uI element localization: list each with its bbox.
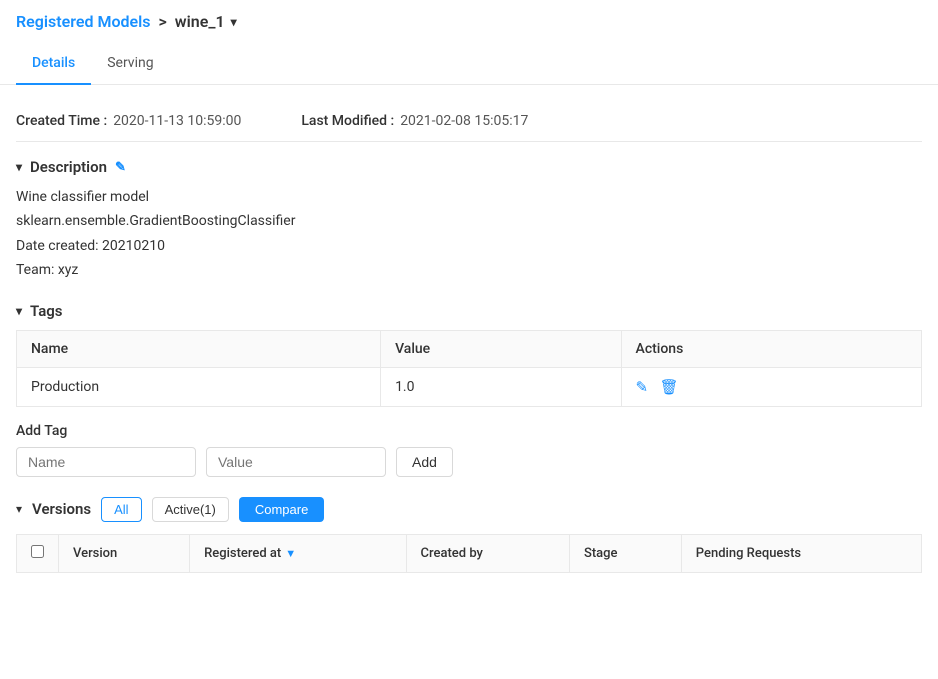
tags-title: Tags [30, 302, 63, 320]
desc-line-4: Team: xyz [16, 259, 922, 281]
add-tag-button[interactable]: Add [396, 447, 453, 477]
desc-line-1: Wine classifier model [16, 186, 922, 208]
versions-title: Versions [32, 500, 91, 518]
add-tag-value-input[interactable] [206, 447, 386, 477]
description-toggle[interactable]: ▾ [16, 160, 22, 174]
description-body: Wine classifier model sklearn.ensemble.G… [16, 186, 922, 282]
versions-col-registered-at: Registered at ▼ [190, 534, 406, 572]
table-row: Production 1.0 ✎ 🗑 [17, 367, 922, 406]
filter-all-button[interactable]: All [101, 497, 141, 522]
tag-actions-cell: ✎ 🗑 [621, 367, 921, 406]
tag-name-cell: Production [17, 367, 381, 406]
breadcrumb-current: wine_1 [175, 12, 225, 31]
versions-col-checkbox [17, 534, 59, 572]
versions-col-created-by: Created by [406, 534, 569, 572]
filter-active-button[interactable]: Active(1) [152, 497, 229, 522]
tags-col-name: Name [17, 330, 381, 367]
tab-bar: Details Serving [0, 43, 938, 85]
metadata-row: Created Time : 2020-11-13 10:59:00 Last … [16, 101, 922, 142]
desc-line-3: Date created: 20210210 [16, 235, 922, 257]
main-content: Created Time : 2020-11-13 10:59:00 Last … [0, 85, 938, 589]
tag-delete-icon[interactable]: 🗑 [660, 378, 679, 396]
modified-label: Last Modified : [301, 113, 394, 129]
versions-toggle[interactable]: ▾ [16, 502, 22, 516]
created-label: Created Time : [16, 113, 107, 129]
breadcrumb-separator: > [159, 12, 167, 31]
tag-edit-icon[interactable]: ✎ [636, 378, 649, 396]
desc-line-2: sklearn.ensemble.GradientBoostingClassif… [16, 210, 922, 232]
modified-time-item: Last Modified : 2021-02-08 15:05:17 [301, 113, 528, 129]
tags-col-value: Value [381, 330, 621, 367]
sort-icon[interactable]: ▼ [285, 547, 296, 560]
description-edit-icon[interactable]: ✎ [115, 160, 126, 175]
add-tag-name-input[interactable] [16, 447, 196, 477]
description-title: Description [30, 158, 107, 176]
select-all-checkbox[interactable] [31, 545, 44, 558]
created-time-item: Created Time : 2020-11-13 10:59:00 [16, 113, 241, 129]
breadcrumb-dropdown-icon[interactable]: ▾ [231, 15, 237, 29]
add-tag-label: Add Tag [16, 423, 922, 439]
compare-button[interactable]: Compare [239, 497, 324, 522]
tags-section: ▾ Tags Name Value Actions Production 1.0… [16, 302, 922, 477]
tab-details[interactable]: Details [16, 43, 91, 85]
add-tag-inputs: Add [16, 447, 922, 477]
versions-table: Version Registered at ▼ Created by Stage… [16, 534, 922, 573]
tag-value-cell: 1.0 [381, 367, 621, 406]
description-header: ▾ Description ✎ [16, 158, 922, 176]
versions-header: ▾ Versions All Active(1) Compare [16, 497, 922, 522]
created-value: 2020-11-13 10:59:00 [113, 113, 241, 129]
versions-section: ▾ Versions All Active(1) Compare Version… [16, 497, 922, 573]
modified-value: 2021-02-08 15:05:17 [400, 113, 528, 129]
tags-col-actions: Actions [621, 330, 921, 367]
tags-toggle[interactable]: ▾ [16, 304, 22, 318]
versions-col-stage: Stage [569, 534, 681, 572]
tab-serving[interactable]: Serving [91, 43, 169, 85]
breadcrumb-parent[interactable]: Registered Models [16, 12, 151, 31]
description-section: ▾ Description ✎ Wine classifier model sk… [16, 158, 922, 282]
breadcrumb: Registered Models > wine_1 ▾ [0, 0, 938, 43]
versions-col-version: Version [59, 534, 190, 572]
add-tag-section: Add Tag Add [16, 423, 922, 477]
tags-header: ▾ Tags [16, 302, 922, 320]
tags-table: Name Value Actions Production 1.0 ✎ 🗑 [16, 330, 922, 407]
versions-col-pending-requests: Pending Requests [681, 534, 921, 572]
